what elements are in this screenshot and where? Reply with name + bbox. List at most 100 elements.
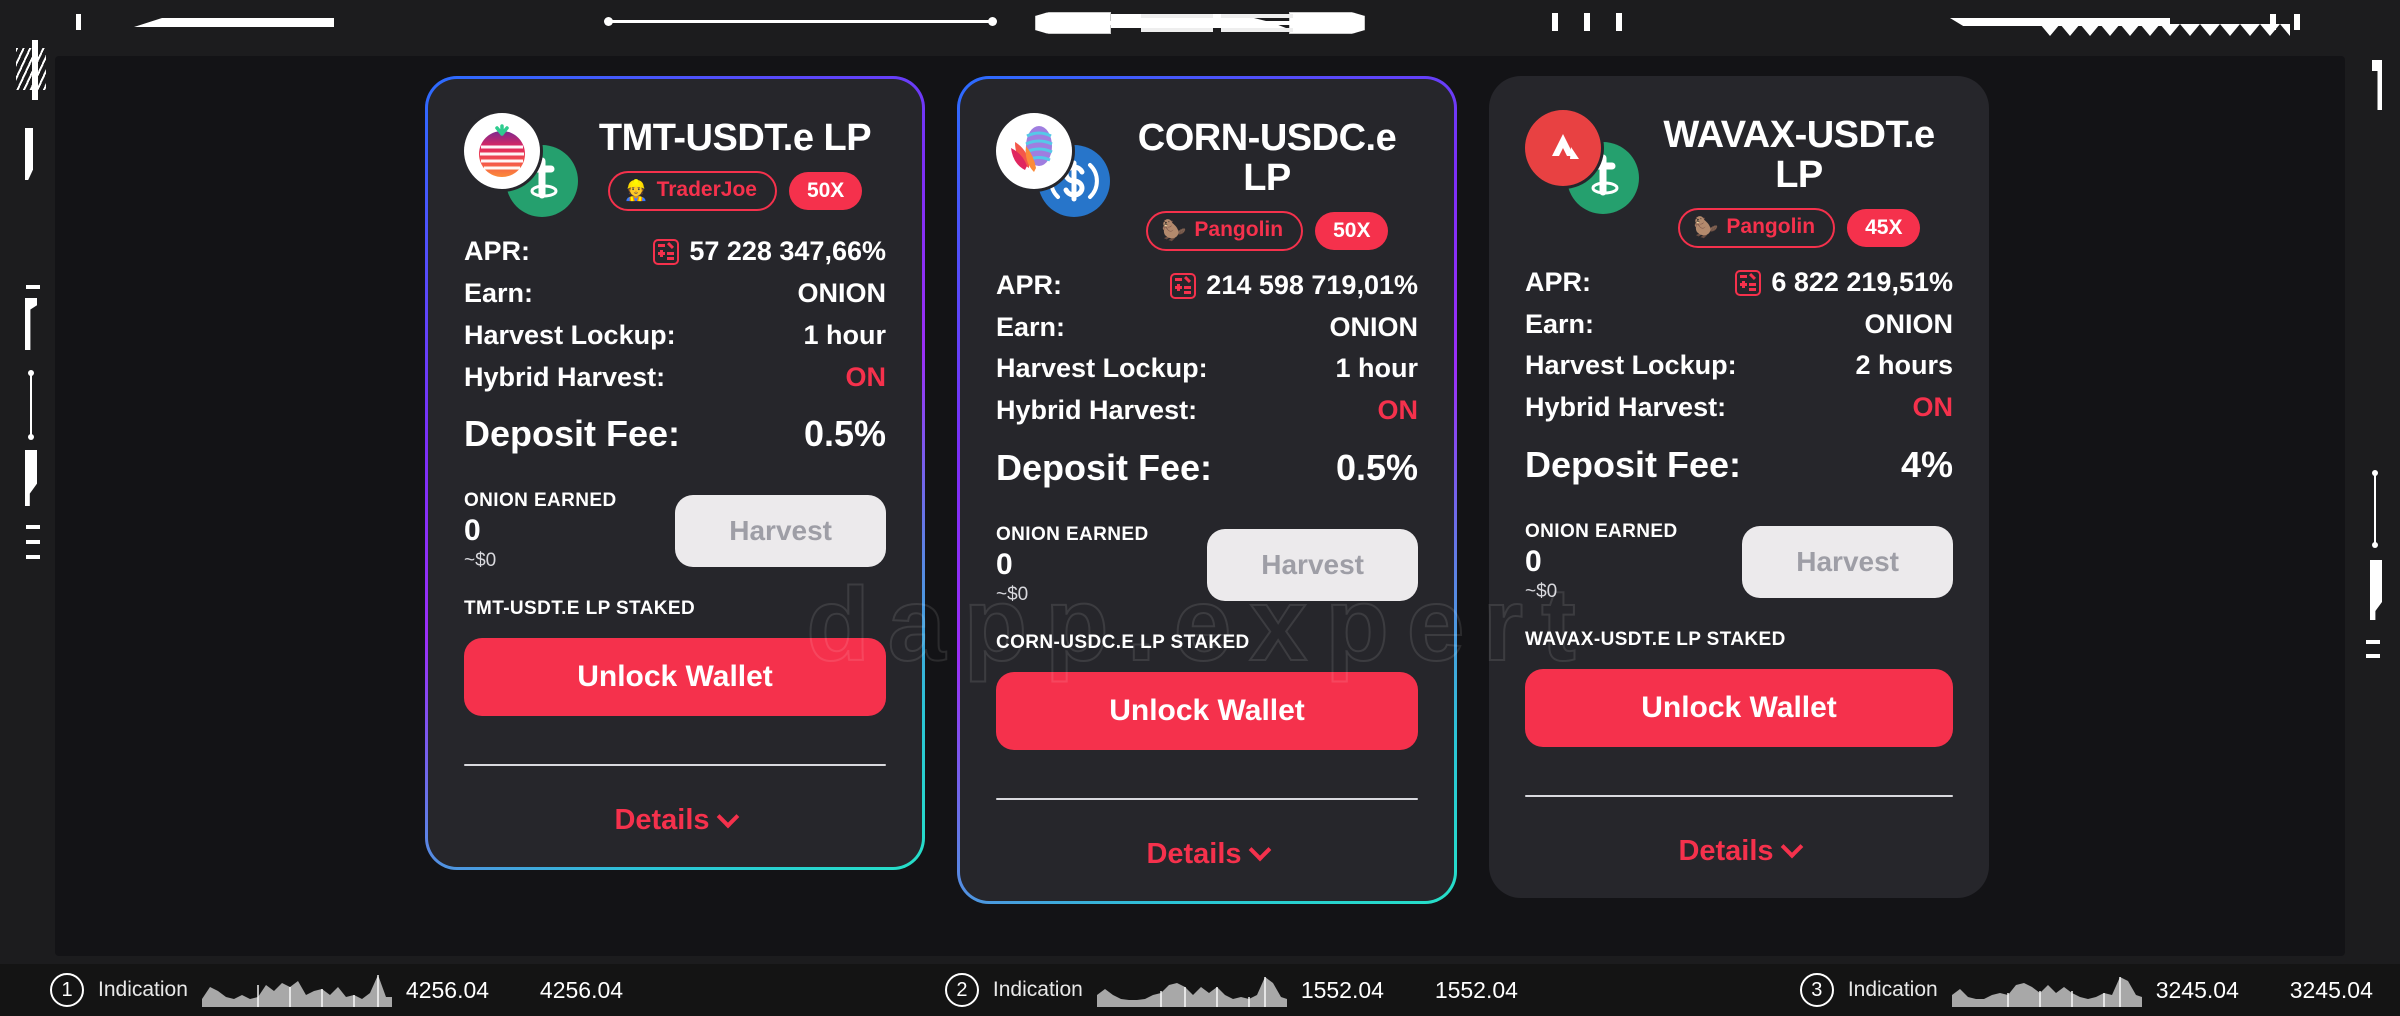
chevron-down-icon [1248, 839, 1271, 862]
details-toggle[interactable]: Details [464, 804, 886, 837]
hybrid-label: Hybrid Harvest: [996, 395, 1198, 426]
apr-value: 6 822 219,51% [1771, 266, 1953, 297]
details-toggle[interactable]: Details [1525, 835, 1953, 868]
stat-row-lockup: Harvest Lockup: 2 hours [1525, 345, 1953, 387]
lockup-label: Harvest Lockup: [1525, 350, 1737, 381]
calculator-icon[interactable] [1170, 272, 1197, 299]
farm-card-corn-usdce[interactable]: CORN-USDC.e LP 🦫 Pangolin 50X APR: 214 5… [957, 76, 1457, 904]
apr-label: APR: [1525, 266, 1591, 297]
token-logo-pair [464, 113, 578, 217]
apr-value-group: 214 598 719,01% [1170, 265, 1418, 307]
lockup-value: 1 hour [1335, 353, 1418, 384]
hud-center-tick [1221, 28, 1293, 32]
card-divider [464, 764, 886, 767]
indicator-number: 3 [1799, 973, 1834, 1007]
stat-row-hybrid: Hybrid Harvest: ON [1525, 387, 1953, 429]
earn-label: Earn: [1525, 308, 1595, 339]
hud-center-emblem [1035, 12, 1365, 34]
hybrid-value: ON [845, 361, 887, 392]
stat-row-lockup: Harvest Lockup: 1 hour [464, 315, 886, 357]
main-stage: dapp.expert [55, 56, 2345, 956]
unlock-wallet-button[interactable]: Unlock Wallet [1525, 668, 1953, 747]
farm-card-wavax-usdte[interactable]: WAVAX-USDT.e LP 🦫 Pangolin 45X APR: 6 82… [1489, 76, 1989, 898]
dex-name: TraderJoe [656, 178, 757, 202]
dex-name: Pangolin [1194, 218, 1284, 242]
card-title-block: TMT-USDT.e LP 👷 TraderJoe 50X [584, 113, 886, 211]
left-hud-decoration [0, 40, 60, 970]
stats-list: APR: 214 598 719,01% Earn: ONION Harvest… [996, 265, 1418, 496]
multiplier-badge: 50X [1315, 211, 1389, 250]
harvest-button[interactable]: Harvest [1207, 528, 1418, 601]
pair-name: TMT-USDT.e LP [598, 117, 872, 159]
details-label: Details [1146, 837, 1242, 870]
card-header: WAVAX-USDT.e LP 🦫 Pangolin 45X [1525, 110, 1953, 248]
indicator-2[interactable]: 2 Indication 1552.04 1552.04 [944, 973, 1555, 1007]
calculator-icon[interactable] [653, 238, 680, 265]
hud-thin-line [2374, 474, 2376, 544]
badge-row: 🦫 Pangolin 45X [1645, 207, 1953, 248]
hud-step [25, 128, 33, 180]
details-toggle[interactable]: Details [996, 838, 1418, 871]
earn-value: ONION [797, 277, 886, 308]
hybrid-label: Hybrid Harvest: [464, 361, 666, 392]
apr-value: 57 228 347,66% [689, 236, 886, 266]
apr-label: APR: [464, 236, 530, 266]
earn-label: Earn: [996, 311, 1066, 342]
earned-amount: 0 [996, 547, 1013, 581]
dex-badge[interactable]: 🦫 Pangolin [1145, 210, 1304, 251]
hud-dash [26, 285, 40, 289]
stats-list: APR: 57 228 347,66% Earn: ONION Harvest … [464, 231, 886, 462]
hud-dash [2366, 654, 2380, 658]
multiplier-badge: 45X [1847, 208, 1921, 247]
card-divider [996, 797, 1418, 800]
hud-dot-right [988, 17, 997, 26]
harvest-button[interactable]: Harvest [1742, 525, 1953, 598]
details-label: Details [1678, 834, 1774, 867]
hud-hook [25, 298, 37, 350]
card-header: CORN-USDC.e LP 🦫 Pangolin 50X [996, 113, 1418, 251]
dex-name: Pangolin [1726, 215, 1816, 239]
hybrid-value: ON [1377, 395, 1419, 426]
tomato-token-icon [464, 113, 540, 189]
indicator-value-a: 4256.04 [405, 976, 490, 1003]
pangolin-icon: 🦫 [1161, 219, 1187, 242]
indicator-label: Indication [1847, 978, 1938, 1001]
lockup-label: Harvest Lockup: [464, 319, 676, 350]
earned-amount: 0 [464, 514, 481, 548]
hud-thin-line [30, 374, 32, 436]
earn-label: Earn: [464, 277, 534, 308]
indicator-label: Indication [992, 978, 1083, 1001]
apr-value-group: 6 822 219,51% [1735, 262, 1953, 304]
details-label: Details [614, 804, 710, 837]
fee-label: Deposit Fee: [1525, 444, 1742, 486]
indicator-number: 2 [944, 973, 979, 1007]
calculator-icon[interactable] [1735, 269, 1762, 296]
stat-row-fee: Deposit Fee: 4% [1525, 437, 1953, 493]
hud-line [610, 20, 990, 23]
earned-info: ONION EARNED 0 ~$0 [996, 524, 1149, 606]
fee-label: Deposit Fee: [996, 447, 1213, 489]
harvest-button[interactable]: Harvest [675, 495, 886, 568]
earn-value: ONION [1329, 311, 1418, 342]
hud-center-tick [1141, 28, 1213, 32]
indicator-1[interactable]: 1 Indication 4256.04 4256.04 [50, 973, 660, 1007]
stat-row-hybrid: Hybrid Harvest: ON [996, 390, 1418, 432]
badge-row: 🦫 Pangolin 50X [1116, 210, 1418, 251]
unlock-wallet-button[interactable]: Unlock Wallet [464, 638, 886, 717]
stat-row-fee: Deposit Fee: 0.5% [464, 406, 886, 462]
chevron-down-icon [716, 805, 739, 828]
card-title-block: CORN-USDC.e LP 🦫 Pangolin 50X [1116, 113, 1418, 251]
farm-card-tmt-usdte[interactable]: TMT-USDT.e LP 👷 TraderJoe 50X APR: 57 22… [425, 76, 925, 871]
unlock-wallet-button[interactable]: Unlock Wallet [996, 671, 1418, 750]
token-logo-pair [1525, 110, 1639, 214]
hud-center-tick [1221, 14, 1293, 18]
fee-value: 4% [1900, 444, 1953, 486]
indicator-value-b: 1552.04 [1434, 976, 1518, 1003]
indicator-3[interactable]: 3 Indication 3245.04 3245.04 [1799, 973, 2400, 1007]
dex-badge[interactable]: 👷 TraderJoe [607, 170, 777, 211]
stat-row-apr: APR: 57 228 347,66% [464, 231, 886, 273]
farm-card-list: TMT-USDT.e LP 👷 TraderJoe 50X APR: 57 22… [425, 76, 1989, 904]
dex-badge[interactable]: 🦫 Pangolin [1677, 207, 1836, 248]
hud-cap-right [1289, 12, 1365, 34]
earned-title: ONION EARNED [996, 523, 1149, 545]
